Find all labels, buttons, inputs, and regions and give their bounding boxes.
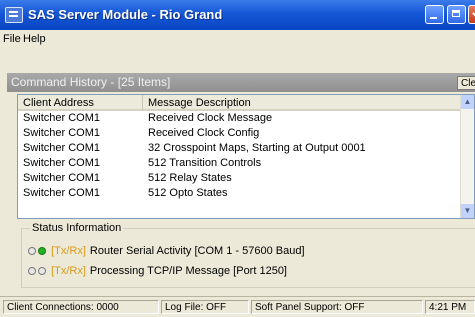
command-history-title: Command History - [25 Items] — [11, 75, 171, 89]
list-row[interactable]: Switcher COM1 Received Clock Message — [18, 112, 461, 125]
tx-led-icon — [28, 267, 36, 275]
client-address-cell: Switcher COM1 — [23, 142, 101, 154]
txrx-tag: [Tx/Rx] — [51, 245, 86, 257]
status-information-legend: Status Information — [30, 222, 124, 234]
status-line: [Tx/Rx] Router Serial Activity [COM 1 - 5… — [28, 244, 305, 258]
client-address-cell: Switcher COM1 — [23, 172, 101, 184]
scroll-up-icon[interactable]: ▲ — [461, 95, 474, 109]
menu-file[interactable]: File — [3, 33, 21, 45]
clear-button[interactable]: Clear — [457, 76, 475, 90]
message-cell: Received Clock Config — [148, 127, 260, 139]
soft-panel-pane: Soft Panel Support: OFF — [251, 300, 423, 314]
status-information-group: Status Information [Tx/Rx] Router Serial … — [21, 222, 475, 288]
message-cell: Received Clock Message — [148, 112, 273, 124]
column-header-message-description[interactable]: Message Description — [143, 95, 463, 111]
client-address-cell: Switcher COM1 — [23, 127, 101, 139]
rx-led-icon — [38, 267, 46, 275]
status-text: Router Serial Activity [COM 1 - 57600 Ba… — [89, 245, 305, 257]
txrx-tag: [Tx/Rx] — [51, 265, 86, 277]
log-file-pane: Log File: OFF — [161, 300, 249, 314]
message-cell: 512 Opto States — [148, 187, 228, 199]
client-address-cell: Switcher COM1 — [23, 157, 101, 169]
rx-led-icon — [38, 247, 46, 255]
minimize-button[interactable] — [425, 5, 444, 24]
window-title: SAS Server Module - Rio Grand — [28, 7, 223, 22]
close-button[interactable] — [468, 5, 475, 24]
command-history-header: Command History - [25 Items] Clear — [7, 73, 475, 92]
scroll-down-icon[interactable]: ▼ — [461, 204, 474, 218]
list-row[interactable]: Switcher COM1 32 Crosspoint Maps, Starti… — [18, 142, 461, 155]
list-row[interactable]: Switcher COM1 512 Transition Controls — [18, 157, 461, 170]
list-row[interactable]: Switcher COM1 Received Clock Config — [18, 127, 461, 140]
clock-pane: 4:21 PM — [425, 300, 475, 314]
menu-help[interactable]: Help — [23, 33, 46, 45]
message-cell: 512 Transition Controls — [148, 157, 262, 169]
vertical-scrollbar[interactable]: ▲ ▼ — [460, 95, 474, 218]
status-text: Processing TCP/IP Message [Port 1250] — [89, 265, 287, 277]
message-cell: 512 Relay States — [148, 172, 232, 184]
command-history-list[interactable]: Client Address Message Description Switc… — [17, 94, 475, 219]
app-icon — [5, 7, 23, 23]
status-bar: Client Connections: 0000 Log File: OFF S… — [0, 296, 475, 317]
client-address-cell: Switcher COM1 — [23, 112, 101, 124]
list-row[interactable]: Switcher COM1 512 Relay States — [18, 172, 461, 185]
maximize-button[interactable] — [447, 5, 466, 24]
status-line: [Tx/Rx] Processing TCP/IP Message [Port 1… — [28, 264, 287, 278]
column-header-client-address[interactable]: Client Address — [18, 95, 143, 111]
menu-bar: File Help — [0, 30, 475, 49]
message-cell: 32 Crosspoint Maps, Starting at Output 0… — [148, 142, 366, 154]
list-row[interactable]: Switcher COM1 512 Opto States — [18, 187, 461, 200]
client-address-cell: Switcher COM1 — [23, 187, 101, 199]
title-bar[interactable]: SAS Server Module - Rio Grand — [0, 0, 475, 30]
tx-led-icon — [28, 247, 36, 255]
client-connections-pane: Client Connections: 0000 — [3, 300, 159, 314]
